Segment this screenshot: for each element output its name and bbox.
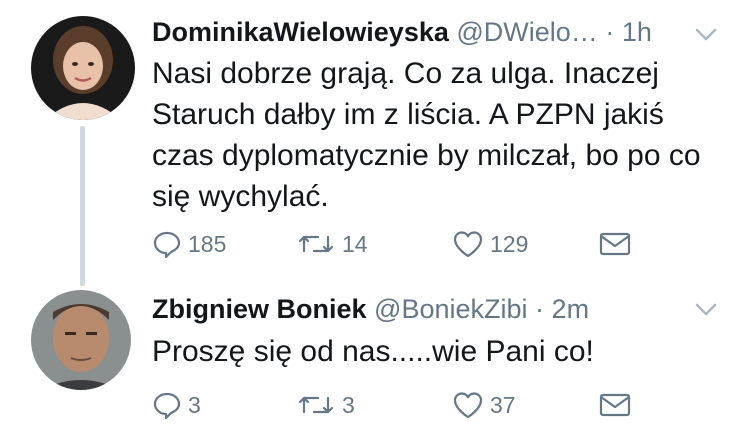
retweet-icon: [296, 229, 336, 259]
tweet-header: DominikaWielowieyska @DWielo… · 1h: [152, 16, 652, 48]
retweet-count: 14: [342, 230, 368, 257]
separator: ·: [535, 294, 545, 324]
reply-count: 185: [188, 230, 227, 257]
retweet-button[interactable]: 14: [296, 227, 368, 261]
author-handle[interactable]: @DWielo…: [456, 17, 597, 47]
separator: ·: [605, 17, 615, 47]
chevron-down-icon[interactable]: [692, 295, 720, 323]
timestamp[interactable]: 1h: [622, 17, 652, 47]
retweet-icon: [296, 390, 336, 420]
like-count: 37: [490, 391, 516, 418]
envelope-icon: [598, 391, 632, 419]
tweet[interactable]: Zbigniew Boniek @BoniekZibi · 2m Proszę …: [0, 290, 750, 434]
retweet-count: 3: [342, 391, 355, 418]
like-button[interactable]: 129: [452, 227, 528, 261]
heart-icon: [452, 229, 484, 259]
author-name[interactable]: DominikaWielowieyska: [152, 17, 449, 47]
reply-icon: [152, 390, 182, 420]
tweet[interactable]: DominikaWielowieyska @DWielo… · 1h Nasi …: [0, 0, 750, 290]
thread-line: [80, 126, 85, 286]
direct-message-button[interactable]: [598, 227, 632, 261]
avatar[interactable]: [31, 16, 135, 120]
author-handle[interactable]: @BoniekZibi: [374, 294, 527, 324]
tweet-actions: 185 14 129: [152, 227, 642, 261]
heart-icon: [452, 390, 484, 420]
retweet-button[interactable]: 3: [296, 388, 355, 422]
envelope-icon: [598, 230, 632, 258]
tweet-text: Nasi dobrze grają. Co za ulga. Inaczej S…: [152, 57, 701, 213]
like-button[interactable]: 37: [452, 388, 516, 422]
like-count: 129: [490, 230, 529, 257]
reply-icon: [152, 229, 182, 259]
reply-count: 3: [188, 391, 201, 418]
avatar[interactable]: [31, 290, 131, 390]
direct-message-button[interactable]: [598, 388, 632, 422]
tweet-header: Zbigniew Boniek @BoniekZibi · 2m: [152, 293, 589, 325]
reply-button[interactable]: 3: [152, 388, 201, 422]
tweet-text: Proszę się od nas.....wie Pani co!: [152, 335, 594, 368]
timestamp[interactable]: 2m: [552, 294, 590, 324]
tweet-actions: 3 3 37: [152, 388, 642, 422]
author-name[interactable]: Zbigniew Boniek: [152, 294, 367, 324]
chevron-down-icon[interactable]: [692, 20, 720, 48]
reply-button[interactable]: 185: [152, 227, 226, 261]
